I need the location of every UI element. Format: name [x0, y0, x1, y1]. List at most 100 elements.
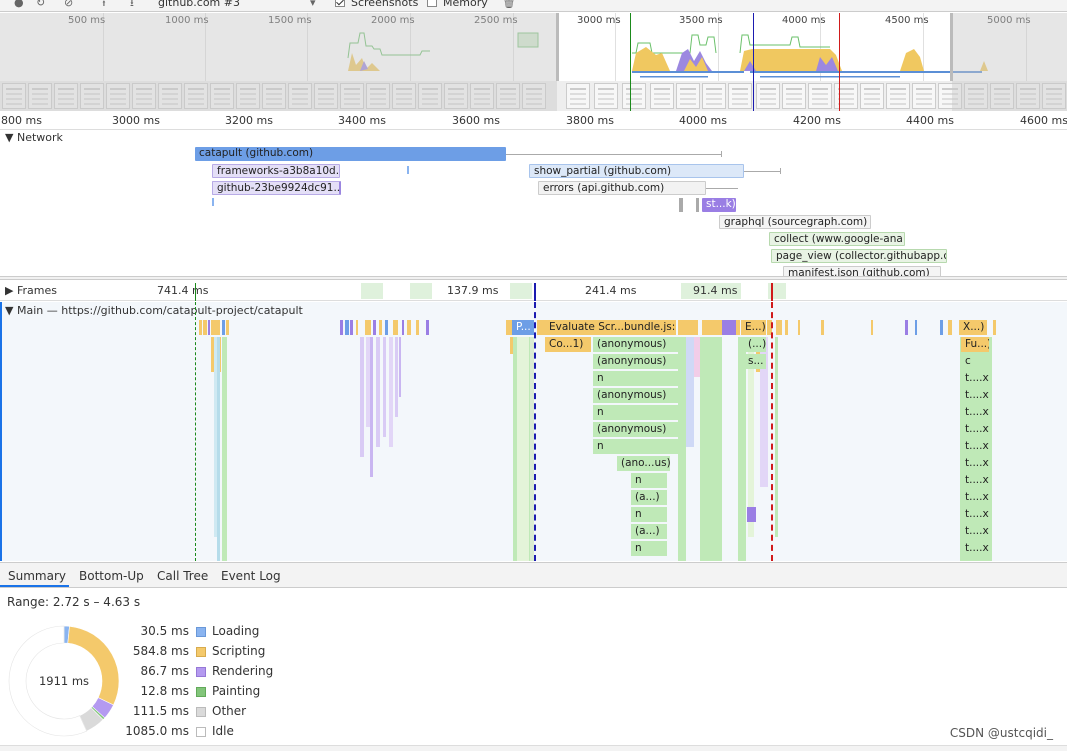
flame-sliver[interactable] — [821, 320, 824, 335]
reload-record-icon[interactable]: ↻ — [36, 0, 47, 8]
flame-stack[interactable] — [395, 337, 398, 417]
range-handle-left[interactable] — [556, 13, 559, 81]
chevron-right-icon[interactable]: ▶ — [5, 284, 17, 297]
flame-sliver[interactable] — [722, 320, 736, 335]
flame-stack[interactable] — [775, 337, 778, 537]
timeline-overview[interactable]: 500 ms 1000 ms 1500 ms 2000 ms 2500 ms 3… — [0, 13, 1067, 111]
flame-event[interactable]: (ano...us) — [617, 456, 670, 471]
flame-event[interactable]: (anonymous) — [593, 388, 678, 403]
flame-event[interactable]: s... — [744, 354, 766, 369]
flame-sliver[interactable] — [203, 320, 207, 335]
flame-sliver[interactable] — [915, 320, 917, 335]
chevron-down-icon[interactable]: ▾ — [310, 0, 321, 8]
flame-sliver[interactable] — [416, 320, 419, 335]
flame-sliver[interactable] — [365, 320, 371, 335]
flame-event[interactable]: n — [631, 473, 667, 488]
flame-event[interactable]: n — [631, 507, 667, 522]
chevron-down-icon[interactable]: ▼ — [5, 131, 17, 144]
flame-event[interactable]: Co...1) — [545, 337, 591, 352]
flame-event[interactable]: t....xt — [961, 473, 989, 488]
flame-event[interactable]: t....xt — [961, 388, 989, 403]
frame[interactable] — [510, 283, 532, 299]
flame-stack[interactable] — [383, 337, 386, 437]
network-request[interactable]: graphql (sourcegraph.com) — [719, 215, 871, 229]
flame-stack[interactable] — [389, 337, 393, 447]
range-handle-right[interactable] — [950, 13, 953, 81]
flame-sliver[interactable] — [226, 320, 229, 335]
network-track-title[interactable]: ▼ Network — [5, 131, 63, 144]
flame-sliver[interactable] — [379, 320, 382, 335]
flame-event[interactable]: t....xt — [961, 439, 989, 454]
flame-stack[interactable] — [686, 337, 694, 447]
flame-event[interactable]: t....xt — [961, 541, 989, 556]
flame-sliver[interactable] — [373, 320, 376, 335]
flame-event[interactable]: Fu...) — [961, 337, 989, 352]
flame-event[interactable]: t....xt — [961, 507, 989, 522]
track-resize-divider[interactable] — [0, 276, 1067, 280]
flame-stack[interactable] — [738, 337, 746, 561]
network-request[interactable]: catapult (github.com) — [195, 147, 506, 161]
flame-event[interactable]: (...) — [744, 337, 766, 352]
flame-sliver[interactable] — [208, 320, 210, 335]
tab-call-tree[interactable]: Call Tree — [157, 569, 208, 583]
network-request[interactable]: manifest.json (github.com) — [783, 266, 941, 276]
flame-event[interactable]: n — [593, 405, 678, 420]
flame-sliver[interactable] — [871, 320, 873, 335]
flame-event[interactable]: n — [593, 371, 678, 386]
flame-sliver[interactable] — [199, 320, 202, 335]
network-request[interactable]: errors (api.github.com) — [538, 181, 706, 195]
flame-sliver[interactable] — [350, 320, 353, 335]
profile-select[interactable]: github.com #3 — [158, 0, 240, 9]
network-request[interactable]: page_view (collector.githubapp.c... — [771, 249, 947, 263]
frame[interactable] — [361, 283, 383, 299]
flame-event[interactable]: n — [631, 541, 667, 556]
flame-event[interactable]: (anonymous) — [593, 422, 678, 437]
network-request[interactable]: github-23be9924dc91... — [212, 181, 341, 195]
flame-stack[interactable] — [399, 337, 401, 397]
flame-sliver[interactable] — [702, 320, 722, 335]
flame-event[interactable]: (anonymous) — [593, 337, 678, 352]
network-request[interactable]: st...k) — [702, 198, 736, 212]
main-thread-track[interactable]: ▼ Main — https://github.com/catapult-pro… — [0, 302, 1067, 561]
chevron-down-icon[interactable]: ▼ — [5, 304, 17, 317]
flame-stack[interactable] — [370, 337, 373, 477]
flame-event[interactable]: t....xt — [961, 405, 989, 420]
flame-event[interactable]: t....xt — [961, 422, 989, 437]
flame-sliver[interactable] — [785, 320, 788, 335]
flame-sliver[interactable] — [345, 320, 349, 335]
flame-sliver[interactable] — [940, 320, 943, 335]
network-request[interactable]: show_partial (github.com) — [529, 164, 744, 178]
flame-event[interactable]: E...) — [741, 320, 766, 335]
tab-event-log[interactable]: Event Log — [221, 569, 281, 583]
memory-checkbox[interactable] — [427, 0, 437, 7]
flame-sliver[interactable] — [356, 320, 358, 335]
network-request[interactable]: frameworks-a3b8a10d... — [212, 164, 340, 178]
flame-sliver[interactable] — [222, 320, 225, 335]
flame-sliver[interactable] — [776, 320, 782, 335]
tab-bottom-up[interactable]: Bottom-Up — [79, 569, 144, 583]
upload-icon[interactable]: ⭱ — [102, 0, 113, 8]
flame-event[interactable]: n — [593, 439, 678, 454]
flame-event[interactable]: (a...) — [631, 524, 667, 539]
flame-sliver[interactable] — [393, 320, 398, 335]
flame-stack[interactable] — [376, 337, 380, 447]
flame-sliver[interactable] — [678, 320, 698, 335]
flame-event[interactable]: t....xt — [961, 456, 989, 471]
flame-event[interactable]: (a...) — [631, 490, 667, 505]
flame-sliver[interactable] — [736, 320, 740, 335]
flame-event[interactable]: c — [961, 354, 989, 369]
clear-icon[interactable]: ⊘ — [64, 0, 75, 8]
flame-sliver[interactable] — [407, 320, 411, 335]
flame-stack[interactable] — [678, 337, 686, 561]
flame-event[interactable]: t....xt — [961, 371, 989, 386]
tab-summary[interactable]: Summary — [8, 569, 66, 583]
flame-sliver[interactable] — [211, 320, 220, 335]
frame[interactable] — [196, 283, 361, 299]
flame-event[interactable]: t....xt — [961, 524, 989, 539]
frame[interactable] — [410, 283, 432, 299]
flame-stack[interactable] — [217, 337, 220, 561]
flame-sliver[interactable] — [537, 320, 545, 335]
flame-stack[interactable] — [517, 337, 529, 561]
flame-event[interactable]: (anonymous) — [593, 354, 678, 369]
flame-sliver[interactable] — [798, 320, 800, 335]
